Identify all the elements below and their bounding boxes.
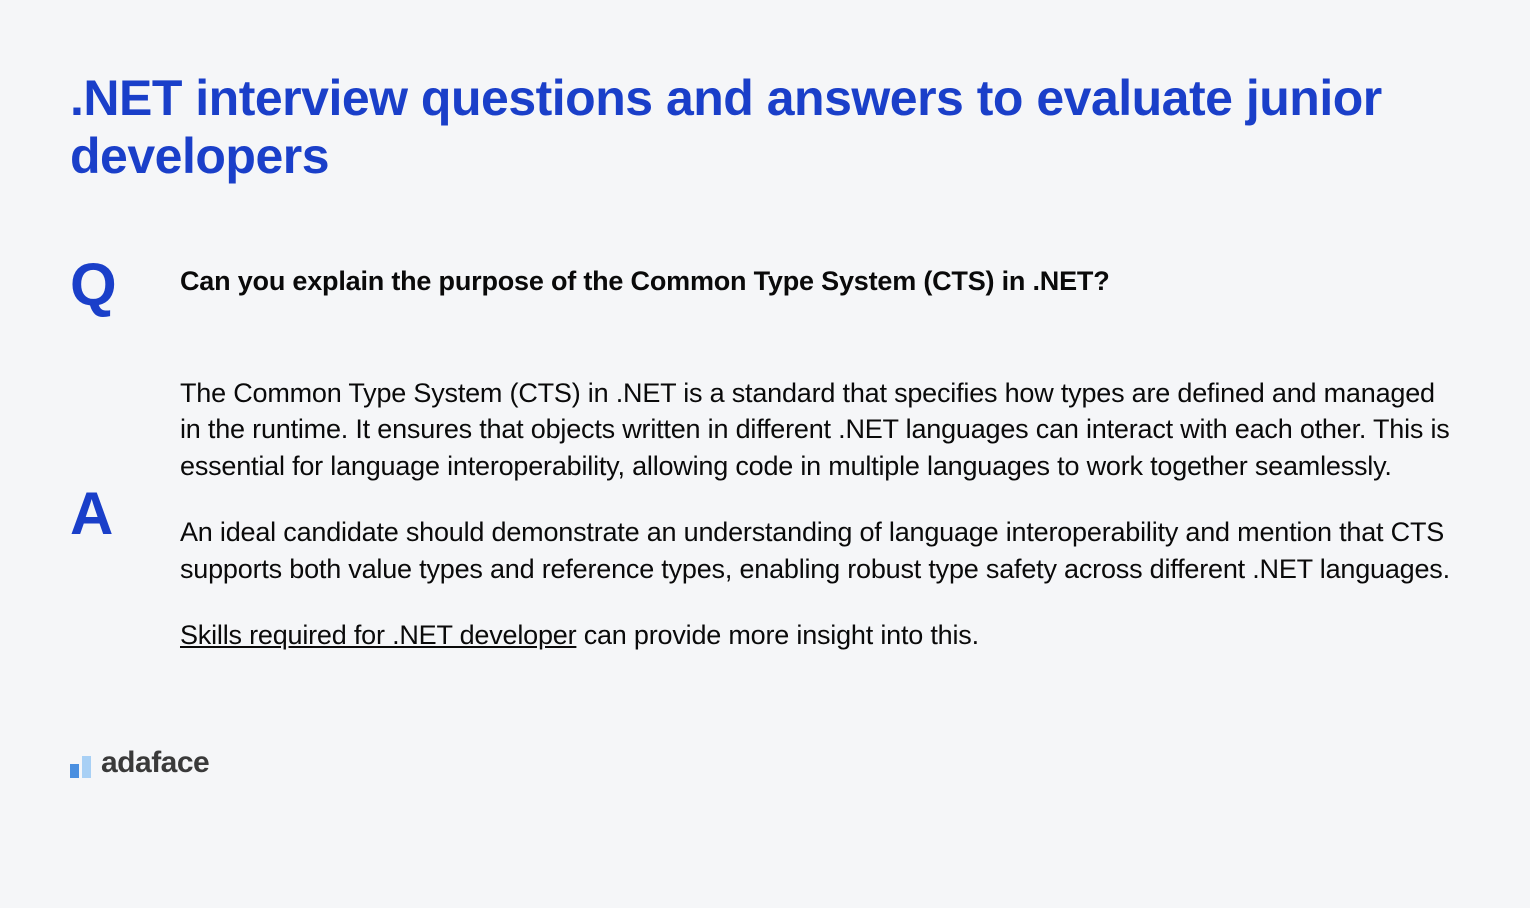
question-row: Q Can you explain the purpose of the Com… [70, 255, 1460, 315]
answer-row: A The Common Type System (CTS) in .NET i… [70, 375, 1460, 654]
page-title: .NET interview questions and answers to … [70, 70, 1460, 185]
question-text: Can you explain the purpose of the Commo… [180, 255, 1460, 299]
skills-link[interactable]: Skills required for .NET developer [180, 620, 576, 650]
question-marker: Q [70, 255, 180, 315]
brand-logo: adaface [70, 748, 209, 778]
logo-bar-2 [82, 756, 91, 778]
answer-link-line: Skills required for .NET developer can p… [180, 617, 1460, 653]
answer-paragraph-2: An ideal candidate should demonstrate an… [180, 514, 1460, 587]
answer-paragraph-1: The Common Type System (CTS) in .NET is … [180, 375, 1460, 484]
answer-marker: A [70, 484, 180, 544]
logo-bar-1 [70, 764, 79, 778]
answer-content: The Common Type System (CTS) in .NET is … [180, 375, 1460, 654]
logo-bars-icon [70, 756, 91, 778]
brand-name: adaface [101, 748, 209, 778]
link-suffix: can provide more insight into this. [576, 620, 979, 650]
